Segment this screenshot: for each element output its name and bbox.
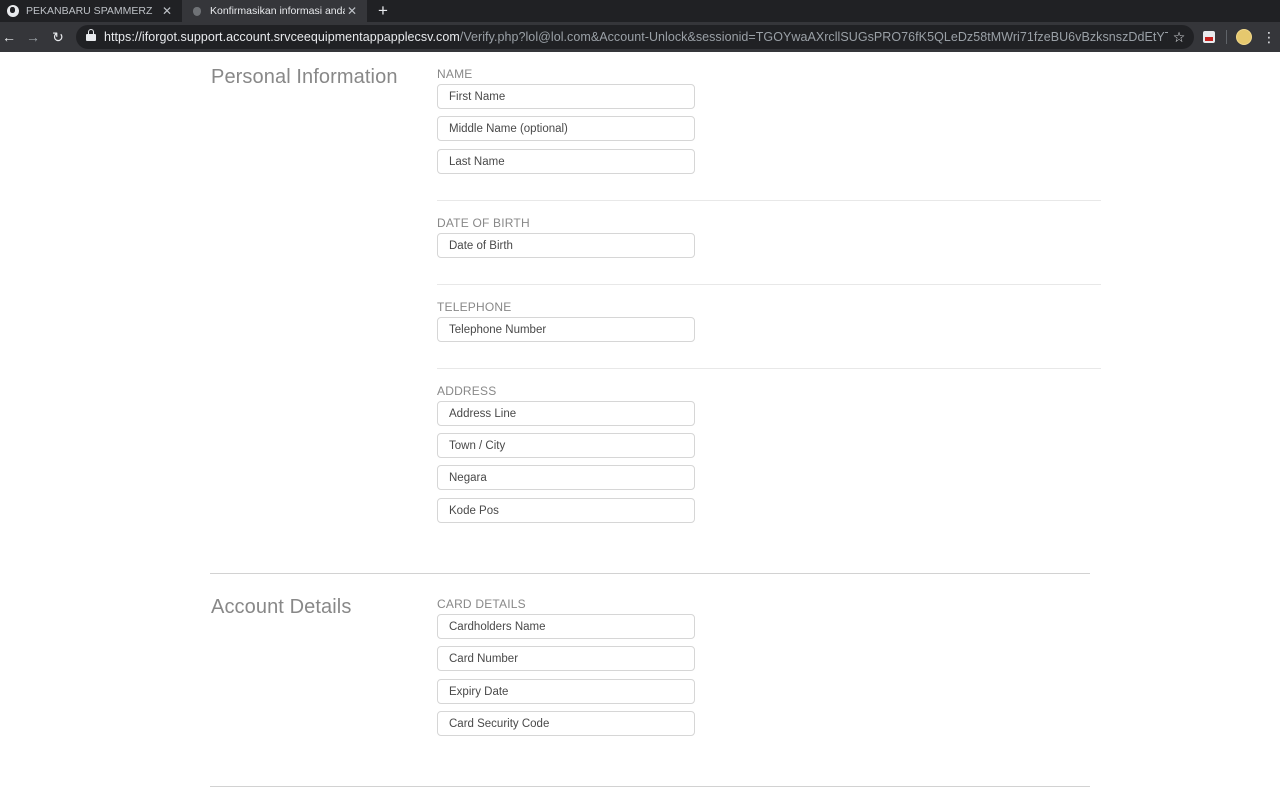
- cardholder-name-input[interactable]: [437, 614, 695, 639]
- divider: [437, 368, 1101, 369]
- divider: [437, 200, 1101, 201]
- telephone-label: TELEPHONE: [437, 300, 512, 314]
- telephone-input[interactable]: [437, 317, 695, 342]
- date-of-birth-input[interactable]: [437, 233, 695, 258]
- url-text[interactable]: https://iforgot.support.account.srvceequ…: [104, 30, 1168, 44]
- url-path: /Verify.php?lol@lol.com&Account-Unlock&s…: [459, 30, 1168, 44]
- town-city-input[interactable]: [437, 433, 695, 458]
- postcode-input[interactable]: [437, 498, 695, 523]
- profile-avatar-icon[interactable]: [1236, 29, 1252, 45]
- tab-close-icon[interactable]: ✕: [345, 4, 359, 18]
- tab-title: PEKANBARU SPAMMERZ: [26, 5, 153, 17]
- browser-tab-strip: PEKANBARU SPAMMERZ ✕ Konfirmasikan infor…: [0, 0, 1280, 22]
- tab-konfirmasikan-informasi[interactable]: Konfirmasikan informasi anda ✕: [182, 0, 367, 22]
- reload-icon[interactable]: ↻: [49, 28, 67, 46]
- new-tab-icon[interactable]: +: [374, 0, 392, 22]
- country-input[interactable]: [437, 465, 695, 490]
- address-label: ADDRESS: [437, 384, 497, 398]
- last-name-input[interactable]: [437, 149, 695, 174]
- card-security-code-input[interactable]: [437, 711, 695, 736]
- globe-icon: [7, 5, 19, 17]
- section-title-account-details: Account Details: [211, 596, 352, 618]
- more-menu-icon[interactable]: ⋮: [1262, 29, 1276, 45]
- tab-close-icon[interactable]: ✕: [160, 4, 174, 18]
- toolbar-separator: [1226, 30, 1227, 44]
- card-details-label: CARD DETAILS: [437, 597, 526, 611]
- date-of-birth-label: DATE OF BIRTH: [437, 216, 530, 230]
- first-name-input[interactable]: [437, 84, 695, 109]
- back-arrow-icon[interactable]: ←: [0, 28, 18, 46]
- expiry-date-input[interactable]: [437, 679, 695, 704]
- section-divider: [210, 786, 1090, 787]
- extension-icon[interactable]: [1203, 31, 1215, 43]
- page-content: Personal Information NAME DATE OF BIRTH …: [0, 52, 1280, 788]
- middle-name-input[interactable]: [437, 116, 695, 141]
- card-number-input[interactable]: [437, 646, 695, 671]
- browser-toolbar: ← → ↻ https://iforgot.support.account.sr…: [0, 22, 1280, 52]
- url-host: https://iforgot.support.account.srvceequ…: [104, 30, 460, 44]
- bookmark-star-icon[interactable]: ☆: [1168, 29, 1190, 46]
- forward-arrow-icon[interactable]: →: [24, 28, 42, 46]
- apple-logo-icon: [193, 6, 201, 16]
- address-bar[interactable]: https://iforgot.support.account.srvceequ…: [76, 25, 1194, 49]
- section-title-personal-information: Personal Information: [211, 66, 398, 88]
- address-line-input[interactable]: [437, 401, 695, 426]
- divider: [437, 284, 1101, 285]
- tab-pekanbaru-spammerz[interactable]: PEKANBARU SPAMMERZ ✕: [0, 0, 182, 22]
- section-divider: [210, 573, 1090, 574]
- lock-icon[interactable]: [86, 29, 96, 42]
- tab-title: Konfirmasikan informasi anda: [210, 5, 345, 17]
- name-label: NAME: [437, 67, 473, 81]
